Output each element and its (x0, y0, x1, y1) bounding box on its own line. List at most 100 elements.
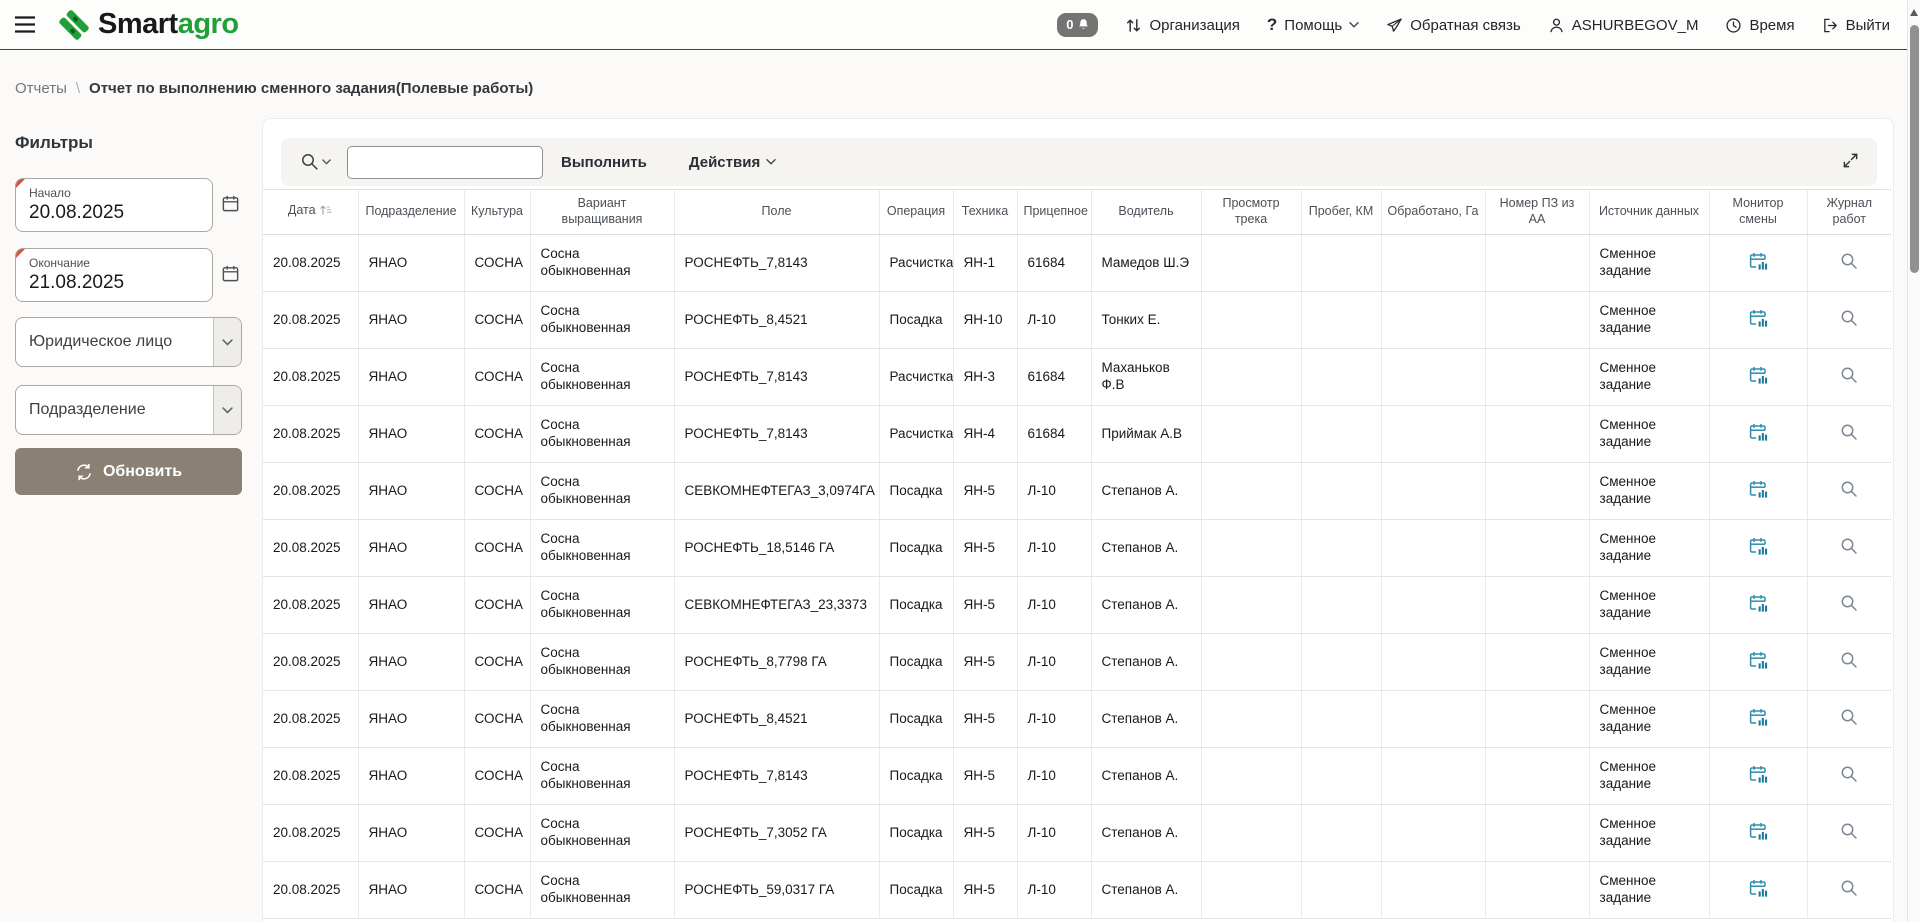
work-journal-icon[interactable] (1840, 423, 1858, 441)
cell-processed (1381, 406, 1485, 463)
work-journal-icon[interactable] (1840, 708, 1858, 726)
work-journal-icon[interactable] (1840, 537, 1858, 555)
search-options-button[interactable] (295, 153, 337, 171)
cell-driver: Степанов А. (1091, 748, 1201, 805)
end-date-calendar-button[interactable] (219, 262, 242, 288)
column-header-culture[interactable]: Культура (464, 190, 530, 235)
execute-button[interactable]: Выполнить (561, 154, 647, 171)
work-journal-icon[interactable] (1840, 309, 1858, 327)
column-header-date[interactable]: Дата (263, 190, 358, 235)
cell-division: ЯНАО (358, 634, 464, 691)
cell-date: 20.08.2025 (263, 577, 358, 634)
work-journal-icon[interactable] (1840, 366, 1858, 384)
cell-data-source: Сменное задание (1589, 748, 1709, 805)
actions-menu-button[interactable]: Действия (689, 154, 776, 171)
cell-processed (1381, 520, 1485, 577)
cell-driver: Приймак А.В (1091, 406, 1201, 463)
cell-trailer: Л-10 (1017, 691, 1091, 748)
cell-work-journal (1807, 406, 1891, 463)
shift-monitor-icon[interactable] (1748, 593, 1768, 613)
column-header-task-number[interactable]: Номер ПЗ из АА (1485, 190, 1589, 235)
menu-item-organization[interactable]: Организация (1125, 17, 1239, 34)
cell-division: ЯНАО (358, 349, 464, 406)
shift-monitor-icon[interactable] (1748, 536, 1768, 556)
hamburger-menu-icon[interactable] (14, 16, 36, 33)
column-header-trailer[interactable]: Прицепное (1017, 190, 1091, 235)
cell-division: ЯНАО (358, 406, 464, 463)
work-journal-icon[interactable] (1840, 879, 1858, 897)
column-header-mileage[interactable]: Пробег, КМ (1301, 190, 1381, 235)
table-row: 20.08.2025 ЯНАО СОСНА Сосна обыкновенная… (263, 292, 1891, 349)
cell-vehicle: ЯН-5 (953, 862, 1017, 919)
shift-monitor-icon[interactable] (1748, 479, 1768, 499)
cell-track-view (1201, 292, 1301, 349)
column-header-field[interactable]: Поле (674, 190, 879, 235)
start-date-value: 20.08.2025 (29, 202, 202, 224)
shift-monitor-icon[interactable] (1748, 821, 1768, 841)
cell-processed (1381, 805, 1485, 862)
search-input[interactable] (347, 146, 543, 179)
column-header-operation[interactable]: Операция (879, 190, 953, 235)
cell-work-journal (1807, 463, 1891, 520)
menu-item-logout[interactable]: Выйти (1822, 17, 1890, 34)
cell-division: ЯНАО (358, 748, 464, 805)
division-select[interactable]: Подразделение (15, 385, 242, 435)
shift-monitor-icon[interactable] (1748, 764, 1768, 784)
column-header-division[interactable]: Подразделение (358, 190, 464, 235)
menu-item-user[interactable]: ASHURBEGOV_M (1548, 17, 1699, 34)
shift-monitor-icon[interactable] (1748, 650, 1768, 670)
column-header-track-view[interactable]: Просмотр трека (1201, 190, 1301, 235)
column-header-processed[interactable]: Обработано, Га (1381, 190, 1485, 235)
shift-monitor-icon[interactable] (1748, 422, 1768, 442)
question-icon: ? (1267, 15, 1277, 35)
work-journal-icon[interactable] (1840, 765, 1858, 783)
column-header-work-journal[interactable]: Журнал работ (1807, 190, 1891, 235)
cell-culture: СОСНА (464, 634, 530, 691)
refresh-button[interactable]: Обновить (15, 448, 242, 495)
cell-culture: СОСНА (464, 862, 530, 919)
scrollbar-thumb[interactable] (1910, 25, 1919, 273)
cell-track-view (1201, 577, 1301, 634)
cell-shift-monitor (1709, 520, 1807, 577)
cell-driver: Степанов А. (1091, 634, 1201, 691)
cell-division: ЯНАО (358, 805, 464, 862)
cell-processed (1381, 862, 1485, 919)
notifications-button[interactable]: 0 (1057, 13, 1098, 37)
cell-task-number (1485, 748, 1589, 805)
menu-item-feedback[interactable]: Обратная связь (1386, 17, 1521, 34)
column-header-data-source[interactable]: Источник данных (1589, 190, 1709, 235)
cell-date: 20.08.2025 (263, 349, 358, 406)
cell-mileage (1301, 292, 1381, 349)
breadcrumb-reports-link[interactable]: Отчеты (15, 80, 67, 97)
work-journal-icon[interactable] (1840, 480, 1858, 498)
work-journal-icon[interactable] (1840, 594, 1858, 612)
scrollbar-up-arrow[interactable] (1910, 9, 1918, 16)
legal-entity-select[interactable]: Юридическое лицо (15, 317, 242, 367)
cell-driver: Степанов А. (1091, 577, 1201, 634)
table-row: 20.08.2025 ЯНАО СОСНА Сосна обыкновенная… (263, 406, 1891, 463)
work-journal-icon[interactable] (1840, 651, 1858, 669)
shift-monitor-icon[interactable] (1748, 365, 1768, 385)
cell-work-journal (1807, 805, 1891, 862)
column-header-driver[interactable]: Водитель (1091, 190, 1201, 235)
menu-item-help[interactable]: ? Помощь (1267, 15, 1359, 35)
report-table-body: 20.08.2025 ЯНАО СОСНА Сосна обыкновенная… (263, 235, 1891, 919)
work-journal-icon[interactable] (1840, 252, 1858, 270)
logo-text[interactable]: Smartagro (98, 8, 239, 41)
end-date-field[interactable]: Окончание 21.08.2025 (15, 248, 213, 302)
maximize-region-button[interactable] (1838, 148, 1863, 176)
shift-monitor-icon[interactable] (1748, 308, 1768, 328)
menu-item-time[interactable]: Время (1725, 17, 1794, 34)
chevron-down-icon (1349, 22, 1359, 28)
column-header-shift-monitor[interactable]: Монитор смены (1709, 190, 1807, 235)
work-journal-icon[interactable] (1840, 822, 1858, 840)
column-header-vehicle[interactable]: Техника (953, 190, 1017, 235)
page-title: Отчет по выполнению сменного задания(Пол… (89, 80, 533, 97)
shift-monitor-icon[interactable] (1748, 251, 1768, 271)
shift-monitor-icon[interactable] (1748, 707, 1768, 727)
start-date-calendar-button[interactable] (219, 192, 242, 218)
shift-monitor-icon[interactable] (1748, 878, 1768, 898)
start-date-field[interactable]: Начало 20.08.2025 (15, 178, 213, 232)
column-header-variant[interactable]: Вариант выращивания (530, 190, 674, 235)
cell-variant: Сосна обыкновенная (530, 520, 674, 577)
